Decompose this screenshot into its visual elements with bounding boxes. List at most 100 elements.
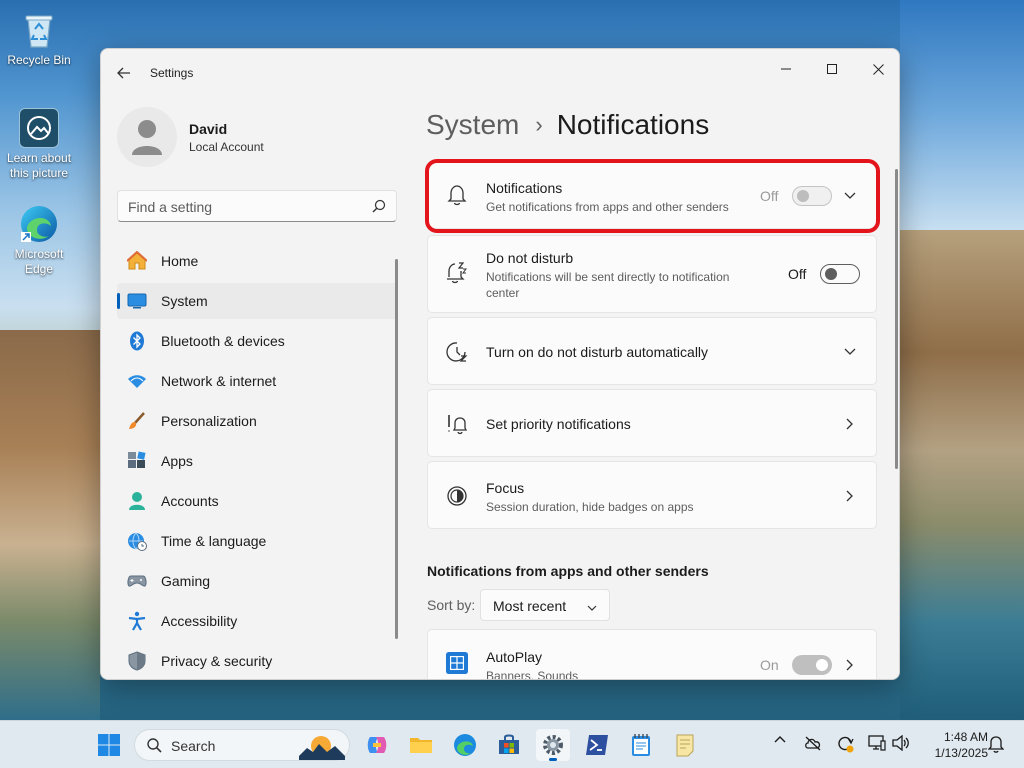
autoplay-card[interactable]: AutoPlay Banners, Sounds On	[427, 629, 877, 679]
auto-dnd-title: Turn on do not disturb automatically	[486, 344, 709, 360]
sidebar-item-label: Accessibility	[161, 613, 238, 629]
settings-taskbar-button[interactable]	[536, 729, 570, 761]
sidebar-item-label: Accounts	[161, 493, 219, 509]
cloud-off-icon	[805, 736, 821, 751]
search-input[interactable]: Find a setting	[117, 190, 397, 222]
sidebar-item-label: Network & internet	[161, 373, 277, 389]
profile-name: David	[189, 121, 228, 137]
edge-button[interactable]	[448, 729, 482, 761]
sidebar-item-accessibility[interactable]: Accessibility	[117, 603, 397, 639]
wallpaper-right-scenery	[900, 230, 1024, 720]
shield-icon	[127, 651, 147, 671]
sidebar-item-personalization[interactable]: Personalization	[117, 403, 397, 439]
close-button[interactable]	[855, 53, 899, 85]
sidebar-item-label: Gaming	[161, 573, 211, 589]
globe-clock-icon	[127, 531, 147, 551]
notepad-button[interactable]	[624, 729, 658, 761]
focus-card[interactable]: Focus Session duration, hide badges on a…	[427, 461, 877, 529]
profile-account-type: Local Account	[189, 140, 264, 154]
focus-subtitle: Session duration, hide badges on apps	[486, 500, 694, 514]
sidebar-item-time-language[interactable]: Time & language	[117, 523, 397, 559]
taskbar-search-placeholder: Search	[171, 738, 216, 754]
apps-icon	[127, 451, 147, 471]
sidebar-item-network[interactable]: Network & internet	[117, 363, 397, 399]
taskbar: Search 1:48 AM 1/13/2025	[0, 720, 1024, 768]
sidebar-item-home[interactable]: Home	[117, 243, 397, 279]
home-icon	[127, 251, 147, 271]
avatar	[117, 107, 177, 167]
breadcrumb-parent[interactable]: System	[426, 109, 519, 141]
sort-value: Most recent	[493, 598, 567, 614]
user-profile[interactable]: David Local Account	[117, 107, 397, 167]
chevron-right-icon[interactable]	[842, 657, 858, 673]
gear-icon	[543, 735, 563, 755]
toggle-knob	[816, 659, 828, 671]
sidebar-item-label: Apps	[161, 453, 193, 469]
brush-icon	[127, 411, 147, 431]
chevron-down-icon[interactable]	[842, 344, 858, 360]
desktop-icon-edge[interactable]: Microsoft Edge	[1, 204, 77, 277]
dnd-toggle[interactable]	[820, 264, 860, 284]
sidebar-item-privacy[interactable]: Privacy & security	[117, 643, 397, 679]
arrow-left-icon	[117, 67, 130, 79]
wallpaper-left-scenery	[0, 330, 100, 720]
maximize-icon	[827, 64, 837, 74]
toggle-knob	[825, 268, 837, 280]
priority-notifications-card[interactable]: Set priority notifications	[427, 389, 877, 457]
back-button[interactable]	[113, 63, 135, 83]
update-tray-button[interactable]	[836, 735, 854, 753]
desktop-icon-recycle-bin[interactable]: Recycle Bin	[1, 10, 77, 68]
notification-center-button[interactable]	[988, 735, 1004, 753]
chevron-right-icon[interactable]	[842, 488, 858, 504]
volume-tray-button[interactable]	[892, 735, 910, 751]
window-title: Settings	[150, 66, 194, 80]
copilot-button[interactable]	[360, 729, 394, 761]
taskbar-search[interactable]: Search	[134, 729, 350, 761]
search-icon	[372, 199, 386, 218]
sidebar-item-label: Privacy & security	[161, 653, 273, 669]
desktop-icon-learn-picture[interactable]: Learn about this picture	[1, 108, 77, 181]
sticky-notes-button[interactable]	[668, 729, 702, 761]
search-placeholder: Find a setting	[128, 199, 213, 215]
sidebar-item-system[interactable]: System	[117, 283, 397, 319]
refresh-icon	[838, 736, 854, 753]
sort-dropdown[interactable]: Most recent	[480, 589, 610, 621]
autoplay-toggle[interactable]	[792, 655, 832, 675]
maximize-button[interactable]	[809, 53, 855, 85]
chevron-up-icon	[774, 736, 786, 743]
person-icon	[132, 120, 162, 155]
edge-icon	[19, 204, 59, 244]
onedrive-tray-button[interactable]	[804, 735, 822, 751]
breadcrumb: System › Notifications	[426, 105, 709, 145]
auto-dnd-card[interactable]: Turn on do not disturb automatically	[427, 317, 877, 385]
file-explorer-button[interactable]	[404, 729, 438, 761]
chevron-right-icon[interactable]	[842, 416, 858, 432]
autoplay-toggle-state: On	[760, 657, 779, 673]
speaker-icon	[892, 735, 909, 751]
sidebar-item-bluetooth[interactable]: Bluetooth & devices	[117, 323, 397, 359]
clock-snooze-icon	[446, 341, 468, 363]
clock-date: 1/13/2025	[934, 746, 988, 760]
breadcrumb-separator: ›	[535, 112, 543, 137]
dnd-title: Do not disturb	[486, 250, 574, 266]
gamepad-icon	[127, 571, 147, 591]
senders-section-title: Notifications from apps and other sender…	[427, 563, 709, 579]
windows-icon	[98, 734, 120, 756]
powershell-button[interactable]	[580, 729, 614, 761]
sidebar-scrollbar[interactable]	[395, 259, 398, 639]
clock[interactable]: 1:48 AM 1/13/2025	[918, 729, 988, 761]
content-scrollbar[interactable]	[895, 169, 898, 469]
sidebar-item-accounts[interactable]: Accounts	[117, 483, 397, 519]
sort-label: Sort by:	[427, 597, 476, 613]
do-not-disturb-card: Do not disturb Notifications will be sen…	[427, 235, 877, 313]
sidebar-item-gaming[interactable]: Gaming	[117, 563, 397, 599]
start-button[interactable]	[92, 729, 126, 761]
tray-overflow-button[interactable]	[774, 735, 786, 743]
minimize-button[interactable]	[763, 53, 809, 85]
terminal-icon	[586, 735, 608, 755]
sidebar-item-apps[interactable]: Apps	[117, 443, 397, 479]
desktop-icon-label: Microsoft Edge	[14, 247, 64, 276]
store-button[interactable]	[492, 729, 526, 761]
store-icon	[499, 734, 519, 754]
network-tray-button[interactable]	[868, 735, 886, 751]
